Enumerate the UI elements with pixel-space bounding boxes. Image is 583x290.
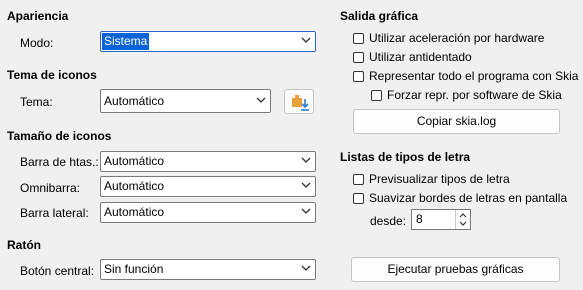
from-label: desde: xyxy=(370,214,407,228)
toolbar-size-label: Barra de htas.: xyxy=(20,155,99,169)
appearance-heading: Apariencia xyxy=(7,9,69,23)
hw-accel-label[interactable]: Utilizar aceleración por hardware xyxy=(369,31,544,45)
theme-value: Automático xyxy=(104,94,165,108)
chevron-down-icon[interactable] xyxy=(298,152,315,171)
copy-skia-log-button[interactable]: Copiar skia.log xyxy=(353,109,560,134)
chevron-down-icon[interactable] xyxy=(459,221,467,226)
add-icon-theme-button[interactable] xyxy=(284,89,314,114)
toolbar-size-value: Automático xyxy=(104,154,165,168)
skia-sw-label[interactable]: Forzar repr. por software de Skia xyxy=(387,88,562,102)
preview-fonts-checkbox[interactable] xyxy=(353,174,364,185)
middle-button-dropdown[interactable]: Sin función xyxy=(100,259,316,280)
font-lists-heading: Listas de tipos de letra xyxy=(340,150,471,164)
theme-label: Tema: xyxy=(20,95,53,109)
mode-dropdown[interactable]: Sistema xyxy=(100,31,316,52)
chevron-down-icon[interactable] xyxy=(298,203,315,222)
skia-all-label[interactable]: Representar todo el programa con Skia xyxy=(369,69,578,83)
toolbar-size-dropdown[interactable]: Automático xyxy=(100,151,316,172)
from-size-value: 8 xyxy=(416,212,423,226)
smooth-fonts-checkbox[interactable] xyxy=(353,193,364,204)
mode-label: Modo: xyxy=(20,36,54,50)
notebookbar-size-label: Omnibarra: xyxy=(20,181,81,195)
theme-dropdown[interactable]: Automático xyxy=(100,89,271,113)
mode-value: Sistema xyxy=(102,33,150,50)
chevron-up-icon[interactable] xyxy=(459,213,467,218)
sidebar-size-label: Barra lateral: xyxy=(20,206,89,220)
icon-theme-heading: Tema de iconos xyxy=(7,68,97,82)
chevron-down-icon[interactable] xyxy=(298,32,315,51)
notebookbar-size-value: Automático xyxy=(104,179,165,193)
notebookbar-size-dropdown[interactable]: Automático xyxy=(100,176,316,197)
antialias-checkbox[interactable] xyxy=(353,52,364,63)
skia-all-checkbox[interactable] xyxy=(353,71,364,82)
middle-button-value: Sin función xyxy=(104,262,164,276)
hw-accel-checkbox[interactable] xyxy=(353,33,364,44)
extension-download-icon xyxy=(292,95,309,111)
chevron-down-icon[interactable] xyxy=(253,90,270,112)
preview-fonts-label[interactable]: Previsualizar tipos de letra xyxy=(369,172,510,186)
icon-size-heading: Tamaño de iconos xyxy=(7,129,112,143)
from-size-spinner[interactable]: 8 xyxy=(411,209,471,230)
skia-sw-checkbox[interactable] xyxy=(371,90,382,101)
spinner-arrows[interactable] xyxy=(455,210,470,229)
chevron-down-icon[interactable] xyxy=(298,177,315,196)
mouse-heading: Ratón xyxy=(7,238,41,252)
run-graphics-tests-button[interactable]: Ejecutar pruebas gráficas xyxy=(351,257,560,282)
middle-button-label: Botón central: xyxy=(20,264,95,278)
smooth-fonts-label[interactable]: Suavizar bordes de letras en pantalla xyxy=(369,191,567,205)
sidebar-size-dropdown[interactable]: Automático xyxy=(100,202,316,223)
graphics-heading: Salida gráfica xyxy=(340,9,419,23)
sidebar-size-value: Automático xyxy=(104,205,165,219)
antialias-label[interactable]: Utilizar antidentado xyxy=(369,50,472,64)
chevron-down-icon[interactable] xyxy=(298,260,315,279)
